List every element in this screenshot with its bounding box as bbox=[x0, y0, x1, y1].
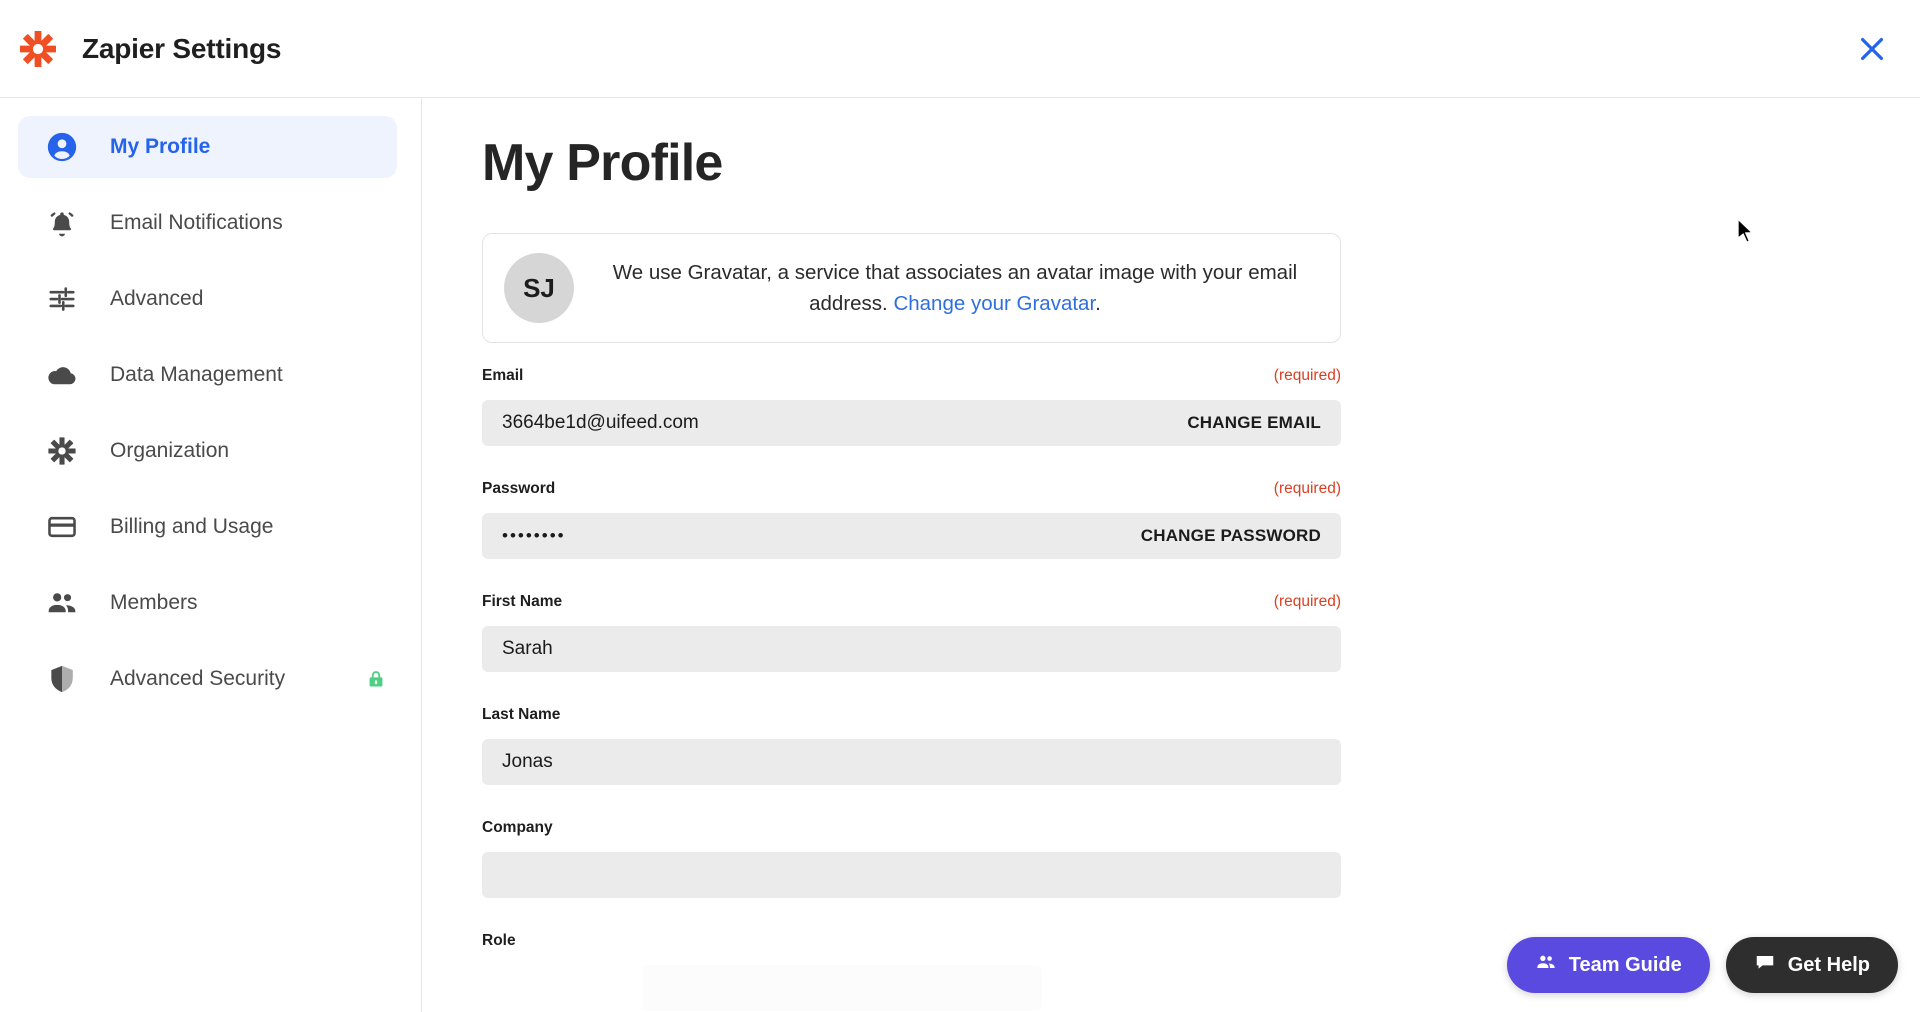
field-label: Password bbox=[482, 480, 556, 497]
sidebar-item-advanced[interactable]: Advanced bbox=[18, 268, 397, 330]
sliders-icon bbox=[40, 284, 84, 314]
change-password-button[interactable]: CHANGE PASSWORD bbox=[1141, 526, 1321, 546]
field-label: Last Name bbox=[482, 706, 561, 723]
lock-icon bbox=[366, 668, 386, 690]
zapier-asterisk-logo-icon bbox=[16, 27, 60, 71]
field-header: Password (required) bbox=[482, 480, 1341, 506]
field-header: First Name (required) bbox=[482, 593, 1341, 619]
sidebar-item-billing-and-usage[interactable]: Billing and Usage bbox=[18, 496, 397, 558]
first-name-input[interactable]: Sarah bbox=[482, 626, 1341, 672]
main-content: My Profile SJ We use Gravatar, a service… bbox=[423, 98, 1920, 1012]
bell-icon bbox=[40, 207, 84, 239]
change-gravatar-link[interactable]: Change your Gravatar bbox=[893, 292, 1095, 315]
field-header: Role bbox=[482, 932, 1341, 958]
last-name-input[interactable]: Jonas bbox=[482, 739, 1341, 785]
sidebar-item-email-notifications[interactable]: Email Notifications bbox=[18, 192, 397, 254]
sidebar-item-data-management[interactable]: Data Management bbox=[18, 344, 397, 406]
sidebar-item-my-profile[interactable]: My Profile bbox=[18, 116, 397, 178]
sidebar-item-label: Advanced bbox=[110, 287, 204, 310]
gravatar-info-card: SJ We use Gravatar, a service that assoc… bbox=[482, 233, 1341, 343]
company-input[interactable] bbox=[482, 852, 1341, 898]
last-name-value: Jonas bbox=[502, 751, 553, 772]
required-marker: (required) bbox=[1273, 593, 1341, 610]
field-email: Email (required) 3664be1d@uifeed.com CHA… bbox=[482, 367, 1341, 446]
gravatar-description: We use Gravatar, a service that associat… bbox=[596, 257, 1314, 319]
field-header: Email (required) bbox=[482, 367, 1341, 393]
field-header: Last Name bbox=[482, 706, 1341, 732]
get-help-label: Get Help bbox=[1787, 953, 1870, 976]
sidebar-item-members[interactable]: Members bbox=[18, 572, 397, 634]
email-input[interactable]: 3664be1d@uifeed.com CHANGE EMAIL bbox=[482, 400, 1341, 446]
profile-form: Email (required) 3664be1d@uifeed.com CHA… bbox=[482, 367, 1341, 1011]
field-label: Email bbox=[482, 367, 524, 384]
required-marker: (required) bbox=[1273, 367, 1341, 384]
email-value: 3664be1d@uifeed.com bbox=[502, 412, 699, 433]
avatar: SJ bbox=[504, 253, 574, 323]
page-title: My Profile bbox=[482, 134, 723, 192]
people-icon bbox=[40, 586, 84, 620]
password-value: •••••••• bbox=[502, 526, 566, 545]
field-header: Company bbox=[482, 819, 1341, 845]
sidebar-item-label: Data Management bbox=[110, 363, 283, 386]
app-header: Zapier Settings bbox=[0, 0, 1920, 98]
change-email-button[interactable]: CHANGE EMAIL bbox=[1187, 413, 1321, 433]
field-last-name: Last Name Jonas bbox=[482, 706, 1341, 785]
team-guide-label: Team Guide bbox=[1568, 953, 1682, 976]
sidebar-item-advanced-security[interactable]: Advanced Security bbox=[18, 648, 397, 710]
team-guide-button[interactable]: Team Guide bbox=[1506, 937, 1710, 993]
field-first-name: First Name (required) Sarah bbox=[482, 593, 1341, 672]
sidebar-item-label: Members bbox=[110, 591, 198, 614]
password-input[interactable]: •••••••• CHANGE PASSWORD bbox=[482, 513, 1341, 559]
floating-action-bar: Team Guide Get Help bbox=[1506, 937, 1898, 993]
required-marker: (required) bbox=[1273, 480, 1341, 497]
app-title: Zapier Settings bbox=[82, 32, 282, 64]
sidebar-item-label: Billing and Usage bbox=[110, 515, 274, 538]
sidebar-item-label: Advanced Security bbox=[110, 667, 286, 690]
user-circle-icon bbox=[40, 130, 84, 164]
first-name-value: Sarah bbox=[502, 638, 553, 659]
field-password: Password (required) •••••••• CHANGE PASS… bbox=[482, 480, 1341, 559]
field-label: Company bbox=[482, 819, 553, 836]
field-label: First Name bbox=[482, 593, 563, 610]
gravatar-text-after: . bbox=[1095, 292, 1101, 315]
settings-sidebar: My Profile Email Notifications Advanced bbox=[0, 98, 422, 1012]
get-help-button[interactable]: Get Help bbox=[1725, 937, 1898, 993]
close-icon[interactable] bbox=[1846, 23, 1898, 75]
role-select[interactable] bbox=[642, 965, 1042, 1011]
credit-card-icon bbox=[40, 511, 84, 543]
field-company: Company bbox=[482, 819, 1341, 898]
sidebar-item-organization[interactable]: Organization bbox=[18, 420, 397, 482]
sidebar-item-label: My Profile bbox=[110, 135, 211, 158]
sidebar-item-label: Organization bbox=[110, 439, 230, 462]
asterisk-icon bbox=[40, 435, 84, 467]
sidebar-item-label: Email Notifications bbox=[110, 211, 283, 234]
cloud-icon bbox=[40, 358, 84, 392]
shield-icon bbox=[40, 663, 84, 695]
field-role: Role bbox=[482, 932, 1341, 1011]
chat-bubble-icon bbox=[1754, 951, 1776, 979]
people-icon bbox=[1535, 951, 1557, 979]
field-label: Role bbox=[482, 932, 516, 949]
